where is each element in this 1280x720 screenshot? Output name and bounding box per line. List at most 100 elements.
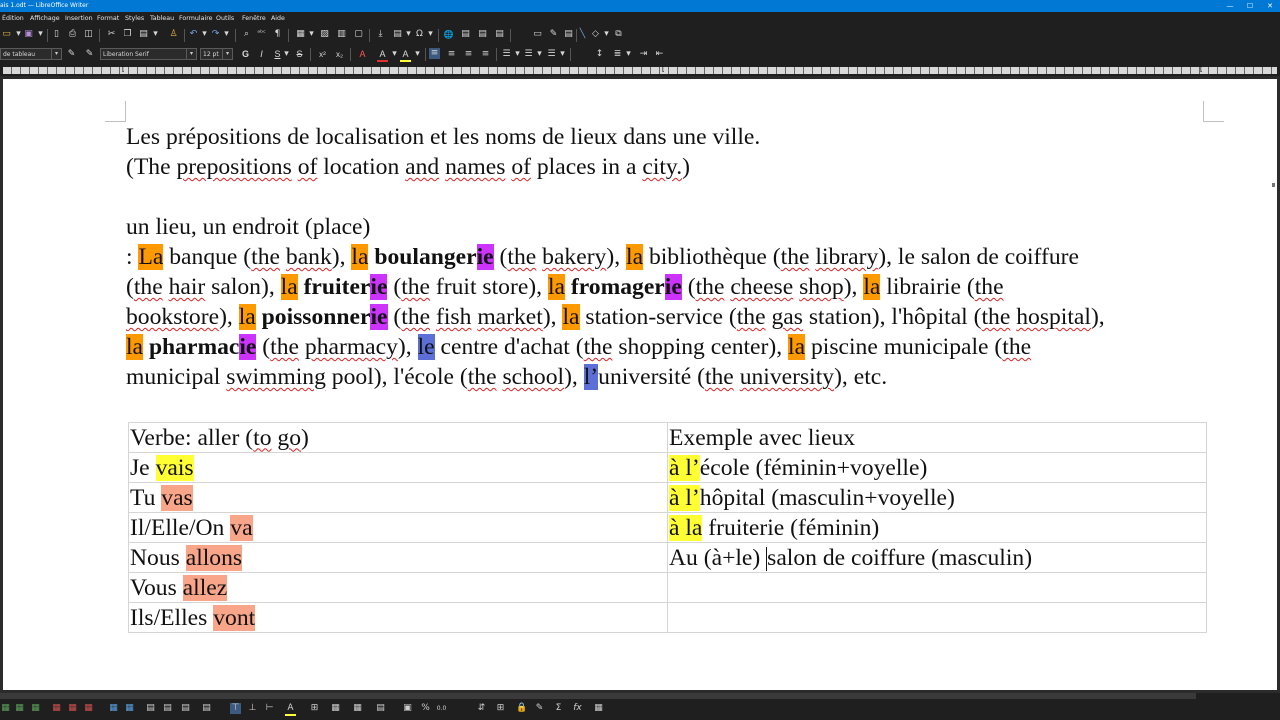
table-dialog-icon[interactable]: ▦ (593, 703, 604, 714)
table-cell[interactable]: Au (à+le) salon de coiffure (masculin) (667, 542, 1207, 573)
table-cell[interactable]: à l’hôpital (masculin+voyelle) (667, 482, 1207, 513)
dropdown-icon[interactable]: ▾ (35, 29, 46, 40)
font-size-combo[interactable]: 12 pt ▾ (200, 48, 233, 60)
verb-table[interactable]: Verbe: aller (to go) Exemple avec lieux … (128, 422, 1207, 633)
close-icon[interactable]: ✕ (1263, 0, 1277, 12)
table-style-icon[interactable]: ▦ (51, 703, 62, 714)
menu-help[interactable]: Aide (271, 12, 285, 25)
dropdown-icon[interactable]: ▾ (199, 29, 210, 40)
table-style-icon[interactable]: ▦ (14, 703, 25, 714)
sort-icon[interactable]: ⇵ (476, 703, 487, 714)
menu-form[interactable]: Formulaire (179, 12, 213, 25)
cross-reference-icon[interactable]: ▤ (494, 29, 505, 40)
header-footer-icon[interactable]: ▤ (563, 29, 574, 40)
left-indent-marker[interactable]: ⌊ (122, 65, 127, 75)
table-cell[interactable]: à la fruiterie (féminin) (667, 512, 1207, 543)
special-character-icon[interactable]: Ω (414, 29, 425, 40)
image-icon[interactable]: ▨ (319, 29, 330, 40)
table-cell[interactable]: Je vais (128, 452, 668, 483)
table-properties-icon[interactable]: ⊞ (495, 703, 506, 714)
table-icon[interactable]: ▦ (295, 29, 306, 40)
save-icon[interactable]: ▣ (23, 29, 34, 40)
font-name-combo[interactable]: Liberation Serif ▾ (100, 48, 197, 60)
edit-icon[interactable]: ✎ (534, 703, 545, 714)
lock-icon[interactable]: 🔒 (516, 703, 527, 714)
clear-formatting-icon[interactable]: A (357, 49, 368, 60)
print-preview-icon[interactable]: ◫ (83, 29, 94, 40)
dropdown-icon[interactable]: ▾ (281, 49, 292, 60)
menu-tools[interactable]: Outils (216, 12, 234, 25)
column-marker[interactable]: ⌊ (662, 65, 667, 75)
track-changes-icon[interactable]: ✎ (548, 29, 559, 40)
bullets-icon[interactable]: ☰ (501, 49, 512, 60)
clone-icon[interactable]: ♙ (168, 29, 179, 40)
menu-styles[interactable]: Styles (125, 12, 144, 25)
chart-icon[interactable]: ▥ (336, 29, 347, 40)
percent-format-icon[interactable]: % (420, 703, 431, 714)
align-right-icon[interactable]: ≡ (463, 49, 474, 60)
number-format-icon[interactable]: ▣ (402, 703, 413, 714)
comment-icon[interactable]: ▭ (532, 29, 543, 40)
align-top-icon[interactable]: ⊤ (230, 703, 241, 714)
table-cell[interactable]: à l’école (féminin+voyelle) (667, 452, 1207, 483)
table-cell[interactable]: Tu vas (128, 482, 668, 513)
print-icon[interactable]: ⎙ (67, 29, 78, 40)
dropdown-icon[interactable]: ▾ (150, 29, 161, 40)
justify-icon[interactable]: ≡ (480, 49, 491, 60)
table-cell[interactable] (667, 602, 1207, 633)
align-center-icon[interactable]: ≡ (446, 49, 457, 60)
line-spacing-icon[interactable]: ↕ (594, 49, 605, 60)
menu-format[interactable]: Format (97, 12, 119, 25)
outline-icon[interactable]: ☰ (546, 49, 557, 60)
chevron-down-icon[interactable]: ▾ (186, 49, 196, 59)
sum-icon[interactable]: Σ (553, 703, 564, 714)
find-replace-icon[interactable]: ⌕ (241, 29, 252, 40)
undo-icon[interactable]: ↶ (188, 29, 199, 40)
more-icon[interactable]: ⧉ (613, 29, 624, 40)
copy-icon[interactable]: ❐ (122, 29, 133, 40)
dropdown-icon[interactable]: ▾ (221, 29, 232, 40)
style-new-icon[interactable]: ✎ (66, 49, 77, 60)
table-cell[interactable]: Verbe: aller (to go) (128, 422, 668, 453)
table-cell[interactable]: Nous allons (128, 542, 668, 573)
page-break-icon[interactable]: ⤓ (375, 29, 386, 40)
textbox-icon[interactable]: ▢ (353, 29, 364, 40)
cut-icon[interactable]: ✂ (106, 29, 117, 40)
formatting-marks-icon[interactable]: ¶ (272, 29, 283, 40)
decimal-format-icon[interactable]: 0.0 (436, 703, 447, 714)
style-update-icon[interactable]: ✎ (84, 49, 95, 60)
paragraph-spacing-icon[interactable]: ≣ (612, 49, 623, 60)
maximize-icon[interactable]: ☐ (1243, 0, 1257, 12)
hyperlink-icon[interactable]: 🌐 (443, 29, 454, 40)
numbering-icon[interactable]: ☰ (523, 49, 534, 60)
redo-icon[interactable]: ↷ (210, 29, 221, 40)
dropdown-icon[interactable]: ▾ (601, 29, 612, 40)
border-style-icon[interactable]: ▦ (352, 703, 363, 714)
autoformat-icon[interactable]: ⊞ (309, 703, 320, 714)
right-indent-marker[interactable]: ⌊ (1200, 65, 1205, 75)
table-cell[interactable]: Exemple avec lieux (667, 422, 1207, 453)
dropdown-icon[interactable]: ▾ (534, 49, 545, 60)
menu-table[interactable]: Tableau (150, 12, 174, 25)
formula-icon[interactable]: fx (572, 703, 583, 714)
table-cell[interactable]: Il/Elle/On va (128, 512, 668, 543)
superscript-button[interactable]: x² (317, 49, 328, 60)
spellcheck-icon[interactable]: ᵃᵇᶜ (256, 28, 267, 39)
delete-row-icon[interactable]: ▤ (180, 703, 191, 714)
decrease-indent-icon[interactable]: ⇤ (654, 49, 665, 60)
cell-background-icon[interactable]: A (285, 703, 296, 716)
dropdown-icon[interactable]: ▾ (623, 49, 634, 60)
dropdown-icon[interactable]: ▾ (425, 29, 436, 40)
table-cell[interactable]: Vous allez (128, 572, 668, 603)
open-icon[interactable]: ▭ (1, 29, 12, 40)
menu-edit[interactable]: Édition (2, 12, 24, 25)
subscript-button[interactable]: x₂ (334, 49, 345, 60)
shapes-icon[interactable]: ◇ (590, 29, 601, 40)
table-style-icon[interactable]: ▦ (67, 703, 78, 714)
align-left-icon[interactable]: ≡ (429, 48, 440, 59)
border-color-icon[interactable]: ▤ (375, 703, 386, 714)
table-style-icon[interactable]: ▦ (0, 703, 11, 714)
chevron-down-icon[interactable]: ▾ (222, 49, 232, 59)
table-style-icon[interactable]: ▦ (83, 703, 94, 714)
document-page[interactable]: Les prépositions de localisation et les … (3, 79, 1277, 690)
